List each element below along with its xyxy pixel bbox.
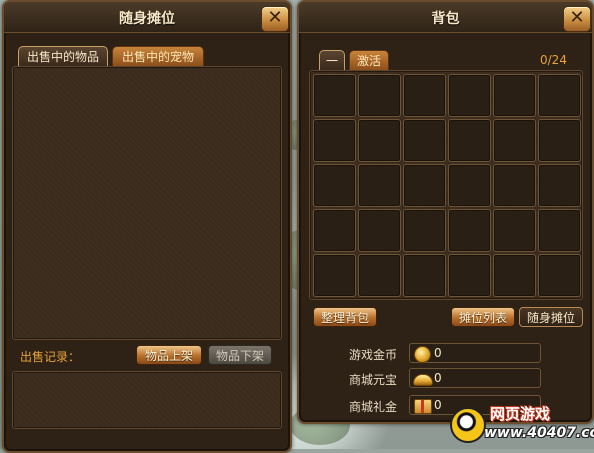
tab-pets-on-sale[interactable]: 出售中的宠物 [112, 46, 204, 66]
window-titlebar[interactable]: 背包 [299, 2, 592, 33]
backpack-window: 背包 ✕ 一 激活 0/24 整理背包 摊位列表 随身摊位 游戏金币 0 商城元… [297, 0, 594, 424]
list-item-button[interactable]: 物品上架 [136, 345, 202, 365]
bag-slot[interactable] [313, 119, 356, 162]
window-title: 背包 [431, 11, 460, 27]
bag-slot[interactable] [493, 254, 536, 297]
stall-list-button[interactable]: 摊位列表 [451, 307, 515, 327]
bag-slot[interactable] [448, 254, 491, 297]
close-icon: ✕ [569, 7, 585, 28]
watermark-line1: 网页游戏 [490, 405, 551, 423]
game-gold-value: 0 [434, 346, 442, 360]
bag-slot[interactable] [358, 164, 401, 207]
items-on-sale-list[interactable] [12, 66, 282, 340]
bag-slot[interactable] [538, 119, 581, 162]
watermark-line2: www.40407.com [484, 425, 594, 441]
bag-slot[interactable] [358, 254, 401, 297]
bag-slot[interactable] [313, 209, 356, 252]
game-gold-label: 游戏金币 [349, 348, 398, 362]
bag-slot[interactable] [313, 164, 356, 207]
bag-slot[interactable] [538, 164, 581, 207]
bag-slot[interactable] [493, 119, 536, 162]
mall-ingot-field: 0 [409, 368, 541, 388]
bag-slot[interactable] [538, 74, 581, 117]
mall-ingot-label: 商城元宝 [349, 373, 398, 387]
bag-slot[interactable] [313, 74, 356, 117]
bag-slot[interactable] [448, 119, 491, 162]
mall-gift-label: 商城礼金 [349, 400, 398, 414]
window-title: 随身摊位 [119, 11, 175, 27]
bag-slot[interactable] [358, 209, 401, 252]
bag-slot[interactable] [403, 209, 446, 252]
portable-stall-window: 随身摊位 ✕ 出售中的物品 出售中的宠物 出售记录： 物品上架 物品下架 [2, 0, 292, 453]
bag-slot[interactable] [358, 119, 401, 162]
close-button[interactable]: ✕ [563, 6, 591, 32]
bag-slot[interactable] [448, 164, 491, 207]
gift-voucher-icon [414, 399, 432, 414]
portable-stall-button[interactable]: 随身摊位 [519, 307, 583, 327]
organize-bag-button[interactable]: 整理背包 [313, 307, 377, 327]
sales-record-log[interactable] [12, 371, 282, 429]
tab-bag-page-1[interactable]: 一 [319, 50, 345, 70]
gold-coin-icon [414, 346, 431, 363]
bag-slot[interactable] [358, 74, 401, 117]
bag-slot[interactable] [538, 254, 581, 297]
bag-slot[interactable] [313, 254, 356, 297]
tab-items-on-sale[interactable]: 出售中的物品 [18, 46, 108, 66]
mall-gift-value: 0 [434, 398, 442, 412]
delist-item-button[interactable]: 物品下架 [208, 345, 272, 365]
bag-slot[interactable] [403, 74, 446, 117]
bag-slot[interactable] [493, 164, 536, 207]
bag-grid [313, 74, 581, 297]
bag-slot[interactable] [538, 209, 581, 252]
site-watermark-logo: 网页游戏 www.40407.com [450, 401, 594, 447]
close-icon: ✕ [267, 7, 283, 28]
bag-slot[interactable] [403, 164, 446, 207]
sales-record-label: 出售记录： [20, 350, 81, 364]
bag-slot[interactable] [493, 209, 536, 252]
bag-slot[interactable] [403, 254, 446, 297]
bag-capacity: 0/24 [540, 53, 567, 67]
bag-slot[interactable] [403, 119, 446, 162]
tab-activate[interactable]: 激活 [349, 50, 389, 70]
bag-slot[interactable] [448, 74, 491, 117]
bag-slot[interactable] [493, 74, 536, 117]
bag-slot[interactable] [448, 209, 491, 252]
game-gold-field: 0 [409, 343, 541, 363]
window-titlebar[interactable]: 随身摊位 [4, 2, 290, 33]
mascot-logo-icon [450, 407, 486, 443]
mall-ingot-value: 0 [434, 371, 442, 385]
gold-ingot-icon [413, 374, 433, 386]
close-button[interactable]: ✕ [261, 6, 289, 32]
